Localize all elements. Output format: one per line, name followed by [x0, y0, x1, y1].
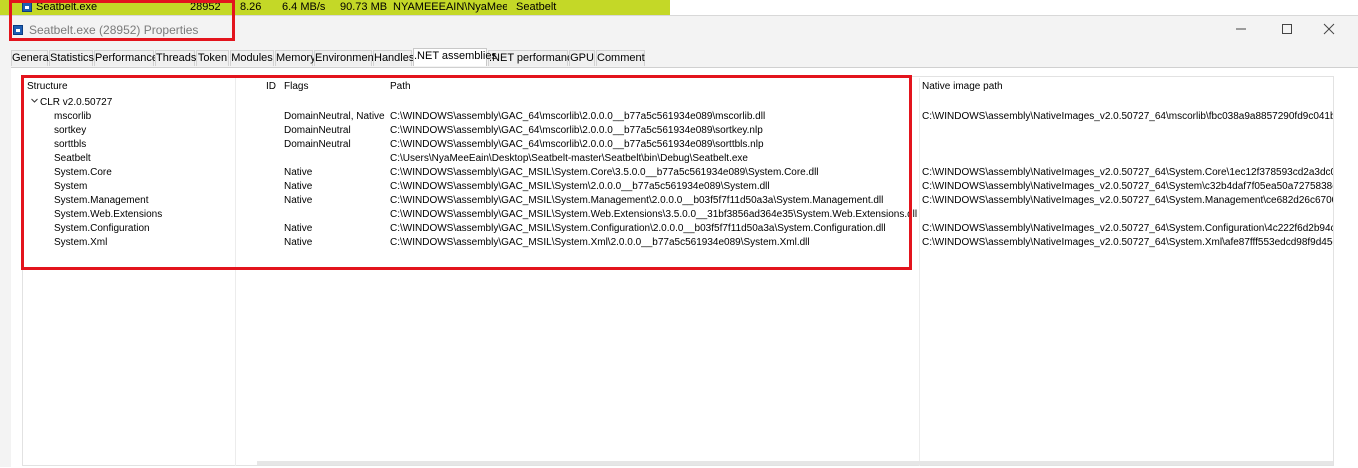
annotation-box	[9, 0, 235, 41]
tab-performance[interactable]: Performance	[94, 50, 158, 66]
tab-token[interactable]: Token	[196, 50, 229, 66]
horizontal-scrollbar[interactable]	[257, 461, 1333, 465]
maximize-button[interactable]	[1272, 20, 1302, 38]
tab-net-assemblies[interactable]: .NET assemblies	[413, 48, 497, 66]
native-path-cell: C:\WINDOWS\assembly\NativeImages_v2.0.50…	[922, 167, 1333, 178]
column-header-native-image-path[interactable]: Native image path	[922, 81, 1003, 92]
process-user: NYAMEEEAIN\NyaMeeEa	[393, 1, 507, 13]
close-button[interactable]	[1314, 20, 1344, 38]
native-path-cell: C:\WINDOWS\assembly\NativeImages_v2.0.50…	[922, 195, 1333, 206]
process-io: 6.4 MB/s	[282, 1, 326, 13]
close-icon	[1323, 23, 1335, 35]
tab-net-performance[interactable]: .NET performance	[488, 50, 579, 66]
native-path-cell: C:\WINDOWS\assembly\NativeImages_v2.0.50…	[922, 237, 1333, 248]
process-description: Seatbelt	[516, 1, 557, 13]
tab-threads[interactable]: Threads	[155, 50, 196, 66]
tab-environment[interactable]: Environment	[314, 50, 377, 66]
tab-gpu[interactable]: GPU	[569, 50, 595, 66]
native-path-cell: C:\WINDOWS\assembly\NativeImages_v2.0.50…	[922, 181, 1333, 192]
native-path-cell: C:\WINDOWS\assembly\NativeImages_v2.0.50…	[922, 223, 1333, 234]
native-path-cell: C:\WINDOWS\assembly\NativeImages_v2.0.50…	[922, 111, 1333, 122]
tab-comment[interactable]: Comment	[596, 50, 645, 66]
process-cpu: 8.26	[240, 1, 262, 13]
minimize-icon	[1236, 28, 1246, 30]
tab-memory[interactable]: Memory	[275, 50, 316, 66]
maximize-icon	[1282, 24, 1292, 34]
process-memory: 90.73 MB	[340, 1, 388, 13]
tab-general[interactable]: General	[11, 50, 51, 66]
minimize-button[interactable]	[1226, 20, 1256, 38]
tab-modules[interactable]: Modules	[230, 50, 274, 66]
annotation-box	[21, 75, 912, 270]
tab-handles[interactable]: Handles	[373, 50, 414, 66]
tab-statistics[interactable]: Statistics	[49, 50, 94, 66]
